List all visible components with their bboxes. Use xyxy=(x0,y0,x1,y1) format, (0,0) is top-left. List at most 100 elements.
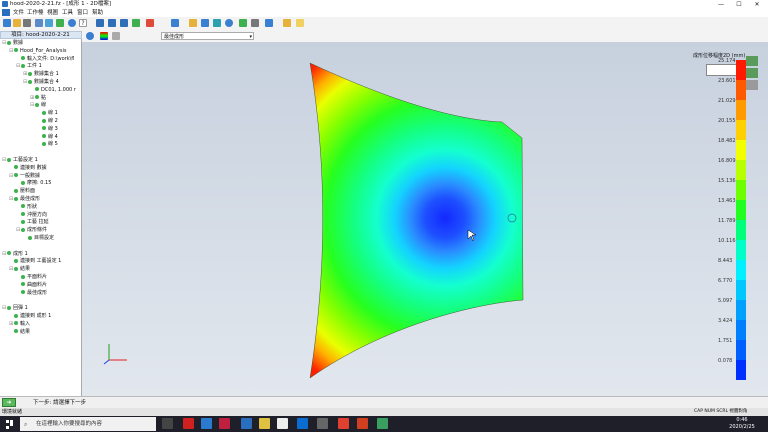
part-mesh[interactable] xyxy=(282,42,542,396)
tree-item[interactable]: ⊟ 成形條件 xyxy=(16,227,47,233)
tree-item[interactable]: 壓料面 xyxy=(9,188,35,194)
clock-time[interactable]: 0:46 xyxy=(730,417,754,423)
tree-item[interactable]: 線 4 xyxy=(37,134,58,140)
tree-item[interactable]: ⊟ 一般數據 xyxy=(9,173,40,179)
result-type-select[interactable]: 最佳成形 ▾ xyxy=(161,32,254,40)
tree-item[interactable]: ⊞ 點 xyxy=(30,95,46,101)
tree-item[interactable]: ⊟ 數據集合 4 xyxy=(23,79,59,85)
folder-icon[interactable] xyxy=(259,418,270,429)
image-icon[interactable] xyxy=(251,19,259,27)
view-front-icon[interactable] xyxy=(746,80,758,90)
settings-icon[interactable] xyxy=(35,19,43,27)
next-step-button[interactable]: ➜ xyxy=(2,398,16,407)
tree-item[interactable]: 工藝 拉延 xyxy=(16,219,49,225)
viewport-3d[interactable] xyxy=(82,42,768,396)
tree-item[interactable]: 線 5 xyxy=(37,141,58,147)
legend-swatch xyxy=(736,160,746,180)
tree-item[interactable]: 線 2 xyxy=(37,118,58,124)
tree-item[interactable]: 摩擦: 0.15 xyxy=(16,180,51,186)
close-button[interactable]: ✕ xyxy=(750,0,764,9)
app-blue-icon[interactable] xyxy=(201,418,212,429)
measure-icon[interactable] xyxy=(189,19,197,27)
tree-item[interactable]: ⊟ 數據 xyxy=(2,40,23,46)
open-icon[interactable] xyxy=(13,19,21,27)
tree-item[interactable]: 連接到 成形 1 xyxy=(9,313,51,319)
tree-item[interactable]: ⊟ Hood_For_Analysis xyxy=(9,48,66,54)
tree-item[interactable]: ⊟ 工件 1 xyxy=(16,63,42,69)
task-view-icon[interactable] xyxy=(162,418,173,429)
tree-item[interactable]: 最佳成形 xyxy=(16,290,47,296)
cube-icon[interactable] xyxy=(146,19,154,27)
zoom-in-icon[interactable] xyxy=(108,19,116,27)
print-icon[interactable] xyxy=(23,19,31,27)
tree-item[interactable]: ⊟ 回彈 1 xyxy=(2,305,28,311)
tree-item[interactable]: DC01, 1.000 r xyxy=(30,87,76,93)
house-icon[interactable] xyxy=(746,56,758,66)
app-asus-icon[interactable] xyxy=(219,418,230,429)
tree-item[interactable]: 平面料片 xyxy=(16,274,47,280)
app-green-icon[interactable] xyxy=(377,418,388,429)
zoom-fit-icon[interactable] xyxy=(96,19,104,27)
tree-item[interactable]: ⊞ 數據集合 1 xyxy=(23,71,59,77)
tree-item[interactable]: 連接到 工藝設定 1 xyxy=(9,258,61,264)
menu-window[interactable]: 窗口 xyxy=(77,9,88,17)
menu-view[interactable]: 視圖 xyxy=(47,9,58,17)
tree-item[interactable]: ⊞ 輸入 xyxy=(9,321,30,327)
mesh-icon[interactable] xyxy=(112,32,120,40)
color-map-icon[interactable] xyxy=(100,32,108,40)
tree-item[interactable]: 線 1 xyxy=(37,110,58,116)
tree-item[interactable]: 沖壓方向 xyxy=(16,212,47,218)
grid-icon[interactable] xyxy=(283,19,291,27)
move-icon[interactable] xyxy=(132,19,140,27)
car-icon[interactable] xyxy=(746,68,758,78)
clock-date[interactable]: 2020/2/25 xyxy=(724,424,760,430)
tree-item[interactable]: 輸入文件: D:\work\fl xyxy=(16,56,74,62)
tree-item[interactable]: 結果 xyxy=(9,329,30,335)
tree-node-icon xyxy=(14,266,18,271)
pan-icon[interactable] xyxy=(56,19,64,27)
globe-icon[interactable] xyxy=(68,19,76,27)
menu-file[interactable]: 文件 xyxy=(13,9,24,17)
maximize-button[interactable]: ☐ xyxy=(732,0,746,9)
calculator-icon[interactable] xyxy=(239,19,247,27)
rotate-icon[interactable] xyxy=(120,19,128,27)
filter-icon[interactable] xyxy=(265,19,273,27)
taskbar-search[interactable]: ⌕ 在這裡輸入你要搜尋的內容 xyxy=(20,417,156,431)
project-tree[interactable]: ⊟ 數據 ⊟ Hood_For_Analysis 輸入文件: D:\work\fl ⊟ 工件… xyxy=(0,39,82,396)
tree-item[interactable]: ⊟ 最佳成形 xyxy=(9,196,40,202)
menu-tools[interactable]: 工具 xyxy=(62,9,73,17)
view-icon[interactable] xyxy=(86,32,94,40)
store-icon[interactable] xyxy=(277,418,288,429)
app-powerpoint-icon[interactable] xyxy=(357,418,368,429)
tree-item[interactable]: 連接到 數據 xyxy=(9,165,47,171)
app-edge-icon[interactable] xyxy=(241,418,252,429)
tree-item[interactable]: ⊟ 工藝設定 1 xyxy=(2,157,38,163)
highlight-icon[interactable] xyxy=(296,19,304,27)
layers-icon[interactable] xyxy=(171,19,179,27)
save-icon[interactable] xyxy=(3,19,11,27)
mail-icon[interactable] xyxy=(297,418,308,429)
app-fastform-icon[interactable] xyxy=(338,418,349,429)
tree-item[interactable]: ⊟ 結果 xyxy=(9,266,30,272)
tree-item[interactable]: 形狀 xyxy=(16,204,37,210)
app-menu-icon[interactable] xyxy=(2,9,10,16)
app-red-icon[interactable] xyxy=(183,418,194,429)
tree-item[interactable]: ⊟ 線 xyxy=(30,102,46,108)
tree-item[interactable]: 線 3 xyxy=(37,126,58,132)
menu-help[interactable]: 幫助 xyxy=(92,9,103,17)
tree-item[interactable]: 目標設定 xyxy=(23,235,54,241)
tree-item[interactable]: ⊟ 成形 1 xyxy=(2,251,28,257)
tree-item[interactable]: 曲面料片 xyxy=(16,282,47,288)
tree-node-icon xyxy=(21,274,25,279)
contour-plot[interactable] xyxy=(82,42,768,396)
legend-value: 8.443 xyxy=(718,258,733,264)
windows-start-icon[interactable] xyxy=(6,420,14,429)
refresh-icon[interactable] xyxy=(45,19,53,27)
select-icon[interactable] xyxy=(213,19,221,27)
section-icon[interactable] xyxy=(201,19,209,27)
app-gray-icon[interactable] xyxy=(317,418,328,429)
help-icon[interactable]: ? xyxy=(79,19,87,27)
minimize-button[interactable]: — xyxy=(714,0,728,9)
menu-workbench[interactable]: 工作檯 xyxy=(27,9,44,17)
copy-icon[interactable] xyxy=(225,19,233,27)
